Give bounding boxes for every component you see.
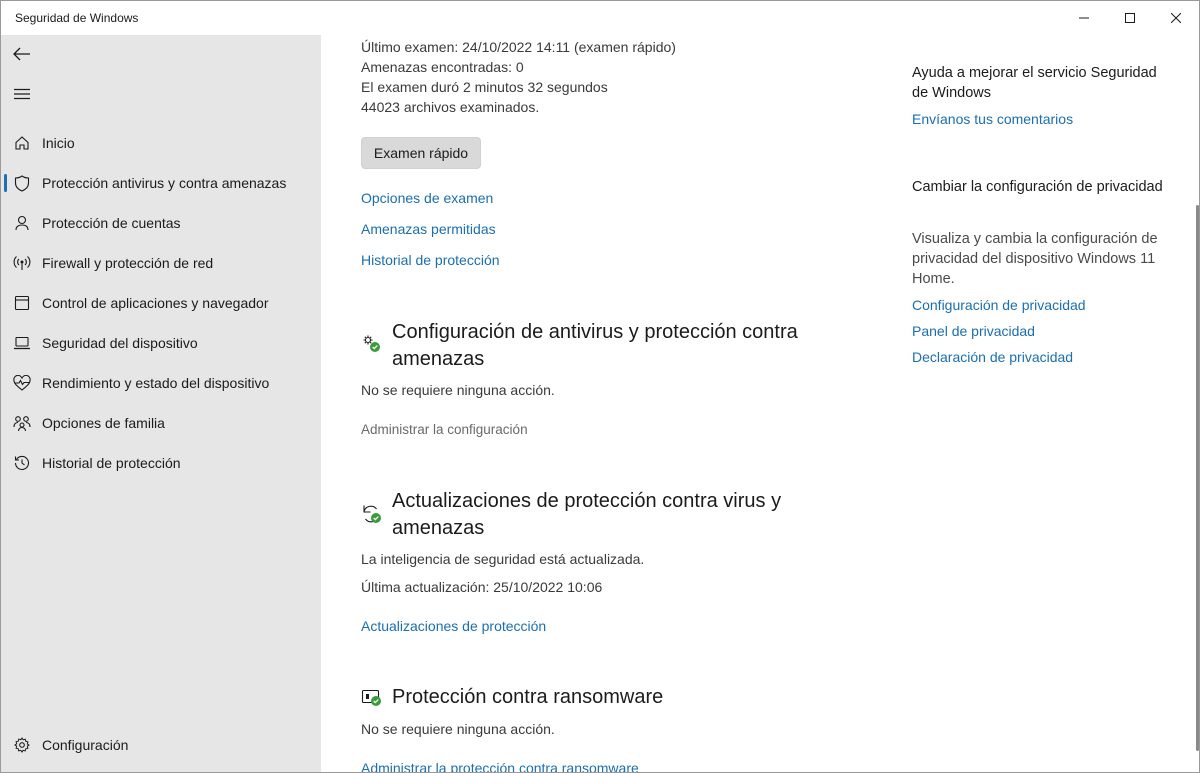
sidebar-item-label: Protección de cuentas <box>42 215 181 231</box>
shield-icon <box>13 174 31 192</box>
update-sync-icon <box>361 503 383 525</box>
wifi-antenna-icon <box>13 254 31 272</box>
family-icon <box>13 414 31 432</box>
privacy-statement-link[interactable]: Declaración de privacidad <box>912 349 1073 365</box>
browser-window-icon <box>13 294 31 312</box>
protection-updates-link[interactable]: Actualizaciones de protección <box>361 618 546 634</box>
privacy-title: Cambiar la configuración de privacidad <box>912 179 1163 195</box>
person-icon <box>13 214 31 232</box>
close-icon <box>1171 13 1181 23</box>
updates-status-text: La inteligencia de seguridad está actual… <box>361 551 645 567</box>
scan-options-link[interactable]: Opciones de examen <box>361 190 493 206</box>
sidebar-item-inicio[interactable]: Inicio <box>1 123 321 163</box>
minimize-icon <box>1079 17 1089 19</box>
scan-duration-text: El examen duró 2 minutos 32 segundos <box>361 79 608 95</box>
main-content: Último examen: 24/10/2022 14:11 (examen … <box>321 35 1199 772</box>
help-title: Ayuda a mejorar el servicio Seguridad de… <box>912 65 1157 101</box>
app-window: Seguridad de Windows Inicio Protección a… <box>0 0 1200 773</box>
sidebar-item-label: Configuración <box>42 737 129 753</box>
sidebar-item-rendimiento[interactable]: Rendimiento y estado del dispositivo <box>1 363 321 403</box>
manage-ransomware-link[interactable]: Administrar la protección contra ransomw… <box>361 760 639 772</box>
heartbeat-icon <box>13 374 31 392</box>
protection-history-link[interactable]: Historial de protección <box>361 252 500 268</box>
quick-scan-button[interactable]: Examen rápido <box>361 137 481 169</box>
settings-gears-icon <box>361 333 383 355</box>
feedback-link[interactable]: Envíanos tus comentarios <box>912 111 1073 127</box>
back-arrow-icon <box>13 47 30 61</box>
settings-status-text: No se requiere ninguna acción. <box>361 382 555 398</box>
sidebar-item-label: Opciones de familia <box>42 415 165 431</box>
sidebar-item-antivirus[interactable]: Protección antivirus y contra amenazas <box>1 163 321 203</box>
last-update-text: Última actualización: 25/10/2022 10:06 <box>361 579 603 595</box>
window-title: Seguridad de Windows <box>15 11 139 25</box>
minimize-button[interactable] <box>1061 1 1107 35</box>
sidebar-item-label: Firewall y protección de red <box>42 255 214 271</box>
sidebar-item-dispositivo[interactable]: Seguridad del dispositivo <box>1 323 321 363</box>
sidebar-item-familia[interactable]: Opciones de familia <box>1 403 321 443</box>
sidebar-item-cuentas[interactable]: Protección de cuentas <box>1 203 321 243</box>
updates-section-title: Actualizaciones de protección contra vir… <box>392 490 782 539</box>
maximize-button[interactable] <box>1107 1 1153 35</box>
gear-icon <box>13 736 31 754</box>
laptop-icon <box>13 334 31 352</box>
sidebar-item-apps[interactable]: Control de aplicaciones y navegador <box>1 283 321 323</box>
history-icon <box>13 454 31 472</box>
sidebar-item-firewall[interactable]: Firewall y protección de red <box>1 243 321 283</box>
maximize-icon <box>1125 13 1135 23</box>
active-indicator <box>4 174 7 192</box>
manage-settings-link[interactable]: Administrar la configuración <box>361 422 528 437</box>
close-button[interactable] <box>1153 1 1199 35</box>
title-bar: Seguridad de Windows <box>1 1 1199 35</box>
sidebar-item-configuracion[interactable]: Configuración <box>1 725 321 765</box>
privacy-settings-link[interactable]: Configuración de privacidad <box>912 297 1086 313</box>
privacy-description: Visualiza y cambia la configuración de p… <box>912 231 1158 287</box>
home-icon <box>13 134 31 152</box>
sidebar-item-label: Historial de protección <box>42 455 181 471</box>
menu-button[interactable] <box>11 83 33 105</box>
hamburger-icon <box>14 88 30 100</box>
vertical-scrollbar[interactable] <box>1196 205 1199 751</box>
sidebar-item-label: Control de aplicaciones y navegador <box>42 295 269 311</box>
back-button[interactable] <box>11 43 33 65</box>
settings-section-title: Configuración de antivirus y protección … <box>392 321 798 370</box>
ransomware-section-title: Protección contra ransomware <box>392 686 664 708</box>
sidebar: Inicio Protección antivirus y contra ame… <box>1 35 321 772</box>
threats-found-text: Amenazas encontradas: 0 <box>361 59 524 75</box>
ransomware-folder-icon <box>361 687 383 709</box>
ransomware-status-text: No se requiere ninguna acción. <box>361 721 555 737</box>
sidebar-item-label: Seguridad del dispositivo <box>42 335 198 351</box>
sidebar-item-label: Inicio <box>42 135 75 151</box>
last-scan-text: Último examen: 24/10/2022 14:11 (examen … <box>361 39 676 55</box>
privacy-dashboard-link[interactable]: Panel de privacidad <box>912 323 1035 339</box>
sidebar-item-label: Protección antivirus y contra amenazas <box>42 175 287 191</box>
files-scanned-text: 44023 archivos examinados. <box>361 99 540 115</box>
allowed-threats-link[interactable]: Amenazas permitidas <box>361 221 496 237</box>
sidebar-item-label: Rendimiento y estado del dispositivo <box>42 375 270 391</box>
sidebar-item-historial[interactable]: Historial de protección <box>1 443 321 483</box>
